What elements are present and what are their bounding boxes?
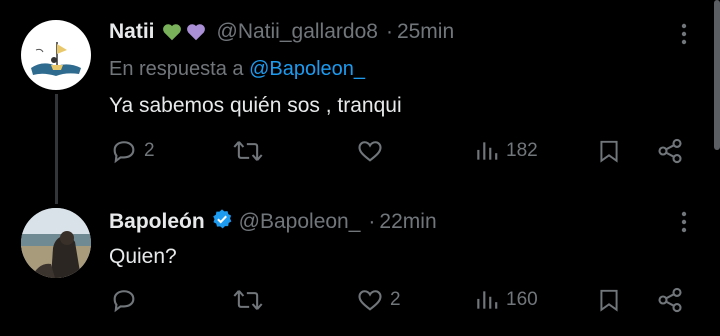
retweet-button[interactable] — [232, 137, 264, 165]
reply-button[interactable]: 2 — [110, 137, 155, 165]
tweet[interactable]: Bapoleón @Bapoleon_ · 22min Quien? 2 160 — [0, 190, 720, 336]
views-icon — [477, 291, 498, 309]
display-name[interactable]: Natii — [109, 20, 155, 44]
avatar[interactable] — [21, 208, 91, 278]
timestamp[interactable]: 25min — [397, 20, 454, 44]
bookmark-button[interactable] — [596, 286, 622, 314]
more-icon[interactable] — [672, 22, 696, 46]
avatar[interactable] — [21, 20, 91, 90]
reply-button[interactable] — [110, 286, 144, 314]
bookmark-icon — [600, 140, 618, 163]
reply-context: En respuesta a @Bapoleon_ — [109, 58, 365, 81]
like-button[interactable]: 2 — [356, 286, 401, 314]
verified-badge-icon — [211, 208, 233, 235]
scrollbar[interactable] — [714, 0, 720, 150]
tweet-text: Quien? — [109, 245, 177, 268]
reply-icon — [113, 290, 135, 313]
display-name[interactable]: Bapoleón — [109, 210, 205, 234]
retweet-icon — [233, 290, 263, 310]
separator: · — [368, 209, 376, 233]
like-button[interactable] — [356, 137, 384, 165]
purple-heart-icon — [186, 24, 205, 41]
like-icon — [358, 290, 382, 311]
tweet[interactable]: Natii @Natii_gallardo8 · 25min En respue… — [0, 0, 720, 204]
retweet-button[interactable] — [232, 286, 264, 314]
reply-mention-link[interactable]: @Bapoleon_ — [249, 58, 365, 80]
views-icon — [477, 142, 498, 160]
views-button[interactable]: 182 — [474, 137, 538, 165]
bookmark-icon — [600, 289, 618, 312]
reply-prefix: En respuesta a — [109, 58, 244, 80]
share-button[interactable] — [656, 137, 684, 165]
share-icon — [658, 138, 682, 164]
like-count: 2 — [390, 289, 401, 310]
action-bar: 2 160 — [0, 286, 720, 326]
views-button[interactable]: 160 — [474, 286, 538, 314]
separator: · — [385, 20, 393, 43]
view-count: 182 — [506, 140, 538, 161]
timestamp[interactable]: 22min — [379, 210, 436, 234]
action-bar: 2 182 — [0, 137, 720, 177]
user-handle[interactable]: @Natii_gallardo8 — [217, 20, 378, 44]
view-count: 160 — [506, 289, 538, 310]
reply-icon — [113, 141, 135, 164]
tweet-header: Natii @Natii_gallardo8 · 25min — [109, 20, 454, 44]
share-icon — [658, 287, 682, 313]
retweet-icon — [233, 141, 263, 161]
like-icon — [358, 141, 382, 162]
user-handle[interactable]: @Bapoleon_ — [239, 210, 361, 234]
share-button[interactable] — [656, 286, 684, 314]
tweet-text: Ya sabemos quién sos , tranqui — [109, 94, 402, 117]
bookmark-button[interactable] — [596, 137, 622, 165]
emoji-group — [161, 21, 207, 43]
green-heart-icon — [162, 24, 181, 41]
reply-count: 2 — [144, 140, 155, 161]
more-icon[interactable] — [672, 210, 696, 234]
tweet-header: Bapoleón @Bapoleon_ · 22min — [109, 208, 437, 235]
